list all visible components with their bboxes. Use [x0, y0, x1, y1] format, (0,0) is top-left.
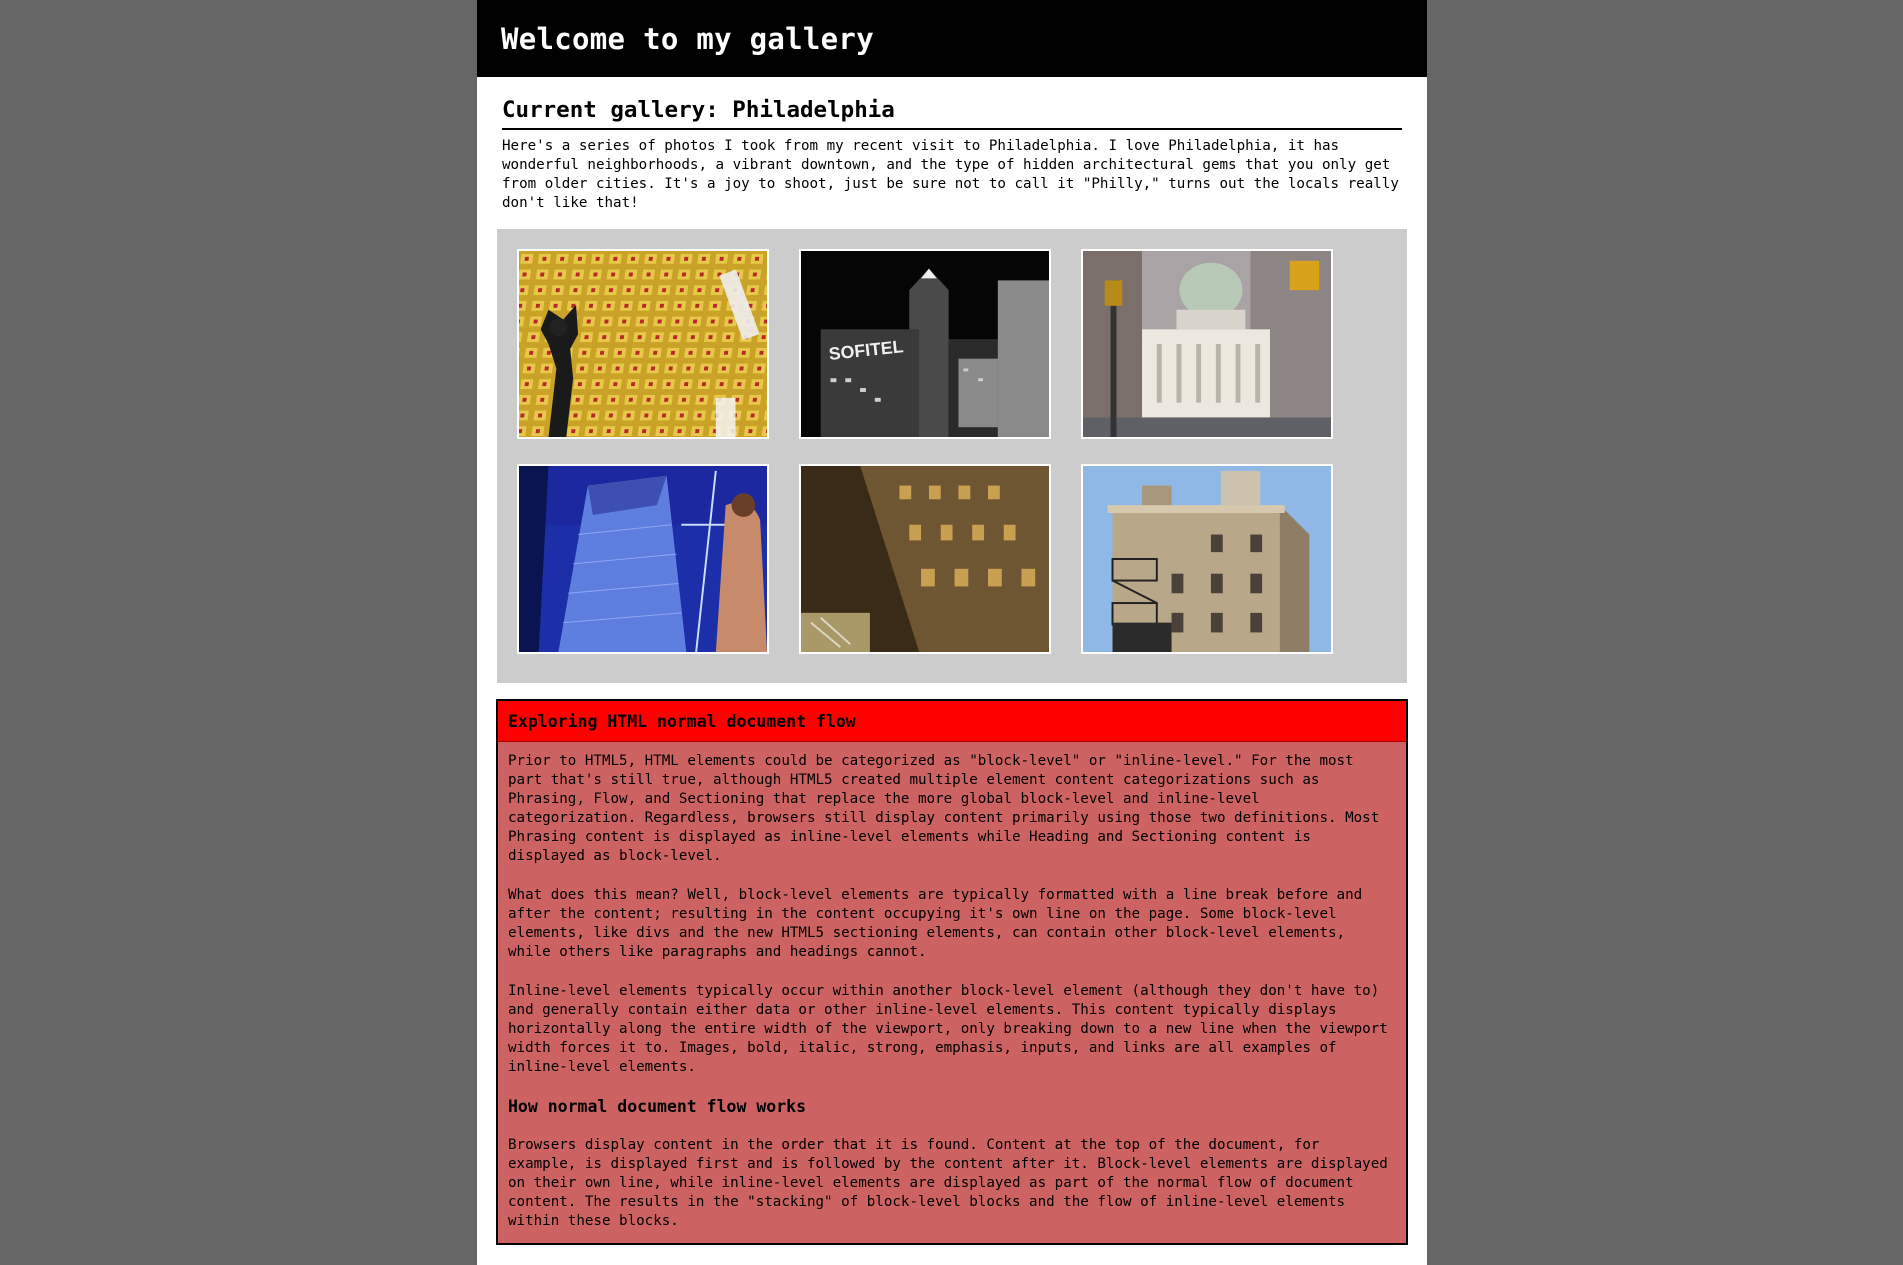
- construction-photo: [519, 466, 767, 652]
- sidebar-title: Exploring HTML normal document flow: [498, 701, 1406, 742]
- document-flow-sidebar: Exploring HTML normal document flow Prio…: [496, 699, 1408, 1245]
- gallery-title: Current gallery: Philadelphia: [502, 97, 1402, 130]
- photo-thumbnail[interactable]: [1081, 464, 1333, 654]
- domed-building-photo: [1083, 251, 1331, 437]
- photo-gallery: SOFITEL: [497, 229, 1407, 683]
- site-header: Welcome to my gallery: [477, 0, 1427, 77]
- photo-thumbnail[interactable]: [1081, 249, 1333, 439]
- night-facade-photo: [801, 466, 1049, 652]
- brick-building-photo: [1083, 466, 1331, 652]
- sidebar-paragraph: Prior to HTML5, HTML elements could be c…: [508, 753, 1380, 864]
- photo-thumbnail[interactable]: [517, 464, 769, 654]
- sidebar-paragraph: Browsers display content in the order th…: [508, 1137, 1388, 1229]
- sidebar-paragraph: What does this mean? Well, block-level e…: [508, 887, 1363, 960]
- photo-thumbnail[interactable]: [517, 249, 769, 439]
- sidebar-body: Prior to HTML5, HTML elements could be c…: [498, 742, 1406, 1243]
- sidebar-subheading: How normal document flow works: [508, 1097, 807, 1116]
- photo-thumbnail[interactable]: [799, 464, 1051, 654]
- page-container: Welcome to my gallery Current gallery: P…: [477, 0, 1427, 1265]
- site-title: Welcome to my gallery: [501, 21, 874, 56]
- main-content: Current gallery: Philadelphia Here's a s…: [477, 97, 1427, 213]
- ceiling-photo: [519, 251, 767, 437]
- skyline-photo: SOFITEL: [801, 251, 1049, 437]
- photo-thumbnail[interactable]: SOFITEL: [799, 249, 1051, 439]
- gallery-intro: Here's a series of photos I took from my…: [502, 138, 1399, 211]
- sidebar-paragraph: Inline-level elements typically occur wi…: [508, 983, 1388, 1075]
